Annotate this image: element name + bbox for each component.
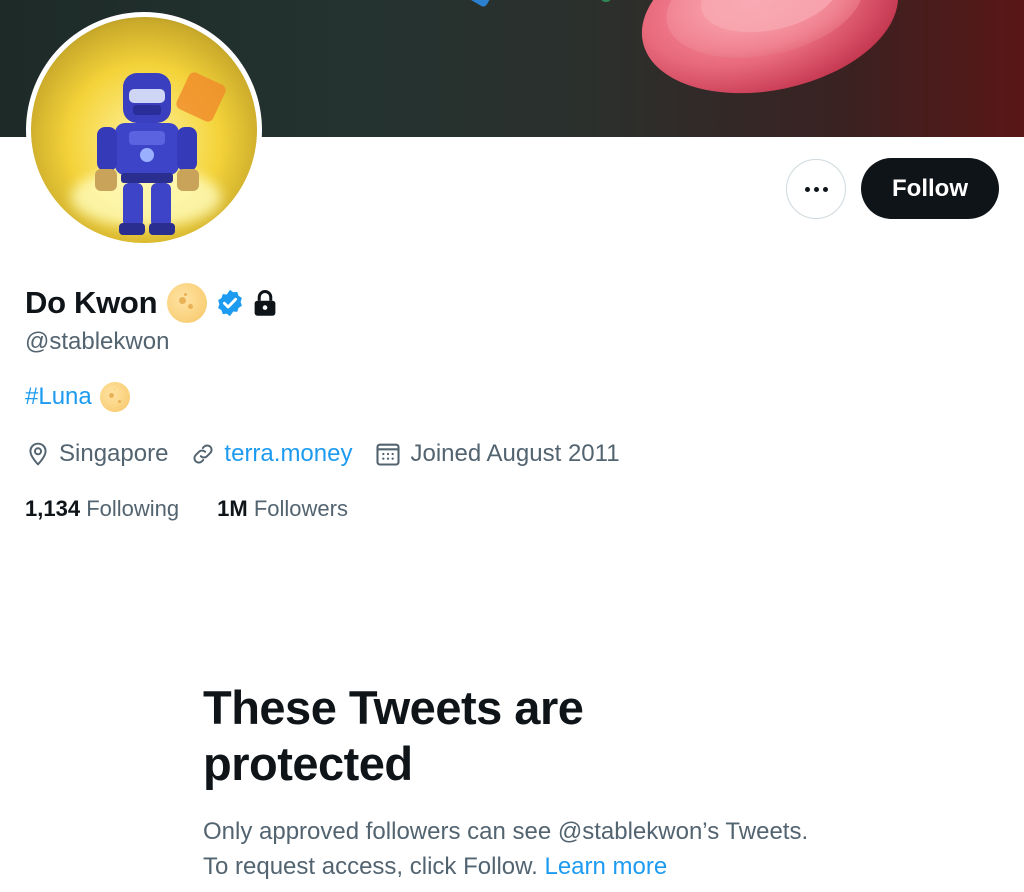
location-text: Singapore [59, 440, 169, 467]
profile-bio: #Luna [25, 380, 130, 414]
lock-icon [254, 289, 276, 316]
joined-text: Joined August 2011 [410, 440, 620, 467]
moon-emoji-icon [167, 283, 208, 323]
more-options-icon [822, 186, 828, 192]
banner-shape [450, 0, 500, 8]
calendar-icon [376, 443, 401, 466]
more-options-icon [804, 186, 810, 192]
banner-shape [600, 0, 612, 2]
following-link[interactable]: 1,134 Following [25, 496, 179, 522]
more-options-icon [813, 186, 819, 192]
display-name: Do Kwon [25, 285, 158, 320]
profile-location: Singapore [25, 440, 168, 468]
profile-meta-row: Singapore terra.money Joined August 2011 [25, 436, 642, 472]
profile-name-row: Do Kwon [25, 280, 279, 326]
profile-handle: @stablekwon [25, 328, 170, 355]
protected-tweets-title: These Tweets are protected [203, 681, 584, 790]
followers-label: Followers [253, 496, 348, 521]
protected-tweets-description: Only approved followers can see @stablek… [203, 814, 823, 884]
profile-joined: Joined August 2011 [374, 440, 620, 468]
bio-hashtag-link[interactable]: #Luna [25, 383, 92, 411]
more-options-button[interactable] [786, 159, 846, 219]
profile-stats: 1,134 Following 1M Followers [25, 494, 386, 524]
robot-figure-icon [95, 73, 199, 235]
link-icon [193, 444, 213, 464]
moon-emoji-icon [99, 382, 130, 412]
followers-count: 1M [217, 496, 248, 521]
learn-more-link[interactable]: Learn more [544, 853, 667, 880]
protected-description-text: Only approved followers can see @stablek… [203, 818, 809, 880]
following-count: 1,134 [25, 496, 81, 521]
verified-badge-icon[interactable] [215, 288, 245, 318]
avatar-image [31, 17, 257, 243]
location-pin-icon [29, 442, 47, 466]
profile-website: terra.money [190, 440, 352, 468]
followers-link[interactable]: 1M Followers [217, 496, 348, 522]
website-link[interactable]: terra.money [224, 440, 352, 468]
follow-button[interactable]: Follow [861, 158, 999, 219]
profile-avatar[interactable] [26, 12, 262, 248]
following-label: Following [86, 496, 180, 521]
